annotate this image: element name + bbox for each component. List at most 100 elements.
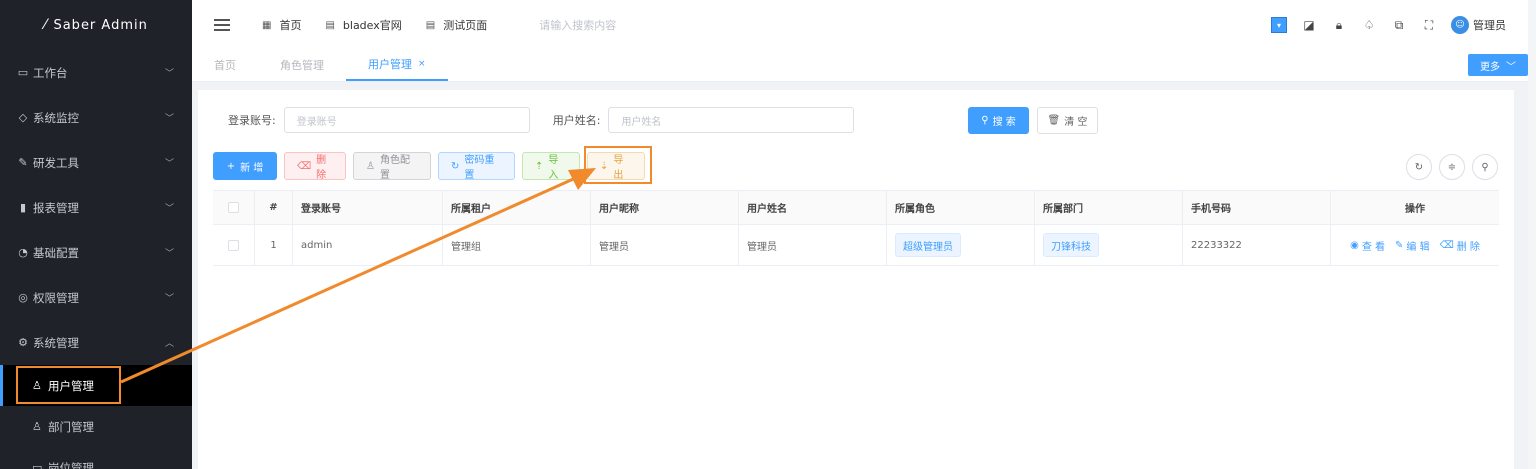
column-settings-icon[interactable]: ≑: [1439, 154, 1465, 180]
chevron-down-icon: ﹀: [164, 294, 174, 304]
top-nav-test[interactable]: ▤ 测试页面: [426, 17, 487, 33]
view-button[interactable]: ◉ 查 看: [1350, 238, 1385, 253]
trash-icon: ⌫: [297, 160, 312, 172]
language-icon[interactable]: ⧉: [1391, 18, 1407, 33]
delete-label: 删 除: [1456, 241, 1480, 253]
column-header: 所属部门: [1035, 191, 1183, 224]
column-header: 所属租户: [443, 191, 591, 224]
chevron-down-icon: ﹀: [164, 69, 174, 79]
sidebar-item-workbench[interactable]: ▭ 工作台 ﹀: [0, 50, 192, 95]
doc-icon: ▤: [425, 19, 436, 31]
tab-user-management[interactable]: 用户管理 ×: [346, 49, 448, 81]
gear-icon: ⚙: [18, 336, 28, 349]
search-icon: ⚲: [981, 115, 989, 126]
sidebar-subitem-posts[interactable]: ▭ 岗位管理: [0, 447, 192, 469]
column-header: 所属角色: [887, 191, 1035, 224]
edit-icon: ✎: [1395, 239, 1404, 251]
sidebar-item-permission[interactable]: ◎ 权限管理 ﹀: [0, 275, 192, 320]
close-icon[interactable]: ×: [418, 59, 426, 69]
team-icon: ♙: [32, 420, 42, 433]
trash-icon: 🗑︎: [1047, 115, 1061, 126]
search-button[interactable]: ⚲ 搜 索: [968, 107, 1029, 134]
sidebar-subitem-depts[interactable]: ♙ 部门管理: [0, 406, 192, 447]
row-index: 1: [255, 225, 293, 265]
row-delete-button[interactable]: ⌫ 删 除: [1440, 238, 1480, 253]
eye-icon: ◉: [1350, 239, 1359, 251]
column-header: 登录账号: [293, 191, 443, 224]
theme-icon[interactable]: ◪: [1301, 18, 1317, 32]
row-checkbox[interactable]: [213, 225, 255, 265]
sidebar-item-label: 研发工具: [33, 155, 79, 170]
config-icon: ◔: [18, 246, 28, 259]
add-button[interactable]: + 新 增: [213, 152, 277, 180]
top-nav: ▦ 首页 ▤ bladex官网 ▤ 测试页面: [262, 17, 487, 33]
top-nav-bladex[interactable]: ▤ bladex官网: [325, 17, 401, 33]
doc-icon: ▤: [325, 19, 335, 31]
refresh-icon: ↻: [451, 160, 460, 172]
clear-button-label: 清 空: [1064, 117, 1088, 128]
search-icon[interactable]: ⚲: [1472, 154, 1498, 180]
sidebar-item-monitor[interactable]: ◇ 系统监控 ﹀: [0, 95, 192, 140]
page-scrollbar[interactable]: [1528, 0, 1536, 469]
chevron-down-icon: ﹀: [164, 249, 174, 259]
post-icon: ▭: [32, 461, 43, 469]
top-header: ▦ 首页 ▤ bladex官网 ▤ 测试页面 请输入搜索内容 ▾ ◪ 🔒︎ ♤ …: [192, 0, 1536, 50]
sidebar-item-reports[interactable]: ▮ 报表管理 ﹀: [0, 185, 192, 230]
password-reset-button[interactable]: ↻ 密码重置: [438, 152, 515, 181]
global-search-input[interactable]: 请输入搜索内容: [539, 17, 616, 33]
top-nav-label: 首页: [279, 19, 302, 32]
plus-icon: +: [226, 160, 236, 172]
column-header: 用户昵称: [591, 191, 739, 224]
import-button[interactable]: ⇡ 导入: [522, 152, 580, 181]
user-management-card: 登录账号: 登录账号 用户姓名: 用户姓名 ⚲ 搜 索 🗑︎ 清 空 + 新 增…: [198, 90, 1514, 469]
name-input[interactable]: 用户姓名: [608, 107, 855, 133]
user-table: # 登录账号 所属租户 用户昵称 用户姓名 所属角色 所属部门 手机号码 操作 …: [213, 190, 1499, 266]
role-config-button[interactable]: ♙ 角色配置: [353, 152, 431, 181]
tab-label: 角色管理: [280, 59, 324, 72]
import-label: 导入: [548, 155, 559, 181]
tab-label: 首页: [214, 59, 236, 72]
cell-account: admin: [293, 225, 443, 265]
more-label: 更多: [1480, 61, 1500, 73]
edit-button[interactable]: ✎ 编 辑: [1395, 238, 1430, 253]
theme-color-picker[interactable]: ▾: [1271, 17, 1287, 33]
sidebar-item-devtools[interactable]: ✎ 研发工具 ﹀: [0, 140, 192, 185]
user-menu[interactable]: ☺ 管理员: [1451, 16, 1506, 34]
delete-label: 删 除: [316, 155, 327, 181]
fullscreen-icon[interactable]: ⛶: [1421, 18, 1437, 33]
role-config-label: 角色配置: [379, 155, 410, 181]
lock-screen-icon[interactable]: 🔒︎: [1331, 18, 1347, 33]
menu-toggle-icon[interactable]: [214, 19, 230, 31]
column-header: 手机号码: [1183, 191, 1331, 224]
sidebar-item-system[interactable]: ⚙ 系统管理 ︿: [0, 320, 192, 365]
tab-home[interactable]: 首页: [192, 49, 258, 81]
account-input[interactable]: 登录账号: [283, 107, 530, 133]
sidebar-item-label: 系统监控: [33, 110, 79, 125]
shirt-icon[interactable]: ♤: [1361, 18, 1377, 32]
clear-button[interactable]: 🗑︎ 清 空: [1037, 107, 1098, 134]
chevron-down-icon: ﹀: [164, 204, 174, 214]
cell-tenant: 管理组: [443, 225, 591, 265]
refresh-icon[interactable]: ↻: [1406, 154, 1432, 180]
upload-icon: ⇡: [535, 160, 544, 172]
tab-role-management[interactable]: 角色管理: [258, 49, 346, 81]
monitor-icon: ▭: [17, 66, 29, 79]
bar-chart-icon: ▮: [19, 201, 27, 214]
cell-nickname: 管理员: [591, 225, 739, 265]
more-button[interactable]: 更多 ﹀: [1468, 54, 1528, 76]
shield-icon: ◇: [18, 111, 28, 124]
action-toolbar: + 新 增 ⌫ 删 除 ♙ 角色配置 ↻ 密码重置 ⇡ 导入 ⇣ 导出: [213, 152, 645, 181]
app-logo[interactable]: ⁄ Saber Admin: [0, 0, 192, 50]
select-all-checkbox[interactable]: [213, 191, 255, 224]
sidebar-item-label: 报表管理: [33, 200, 79, 215]
header-tools: ▾ ◪ 🔒︎ ♤ ⧉ ⛶ ☺ 管理员: [1271, 0, 1506, 50]
sidebar-item-label: 工作台: [33, 65, 68, 80]
delete-button[interactable]: ⌫ 删 除: [284, 152, 346, 181]
table-header-row: # 登录账号 所属租户 用户昵称 用户姓名 所属角色 所属部门 手机号码 操作: [213, 191, 1499, 225]
sidebar-item-config[interactable]: ◔ 基础配置 ﹀: [0, 230, 192, 275]
cell-dept: 刀锋科技: [1035, 225, 1183, 265]
cell-operations: ◉ 查 看 ✎ 编 辑 ⌫ 删 除: [1331, 225, 1499, 265]
top-nav-home[interactable]: ▦ 首页: [262, 17, 301, 33]
avatar: ☺: [1451, 16, 1469, 34]
export-highlight-box: [584, 146, 652, 184]
